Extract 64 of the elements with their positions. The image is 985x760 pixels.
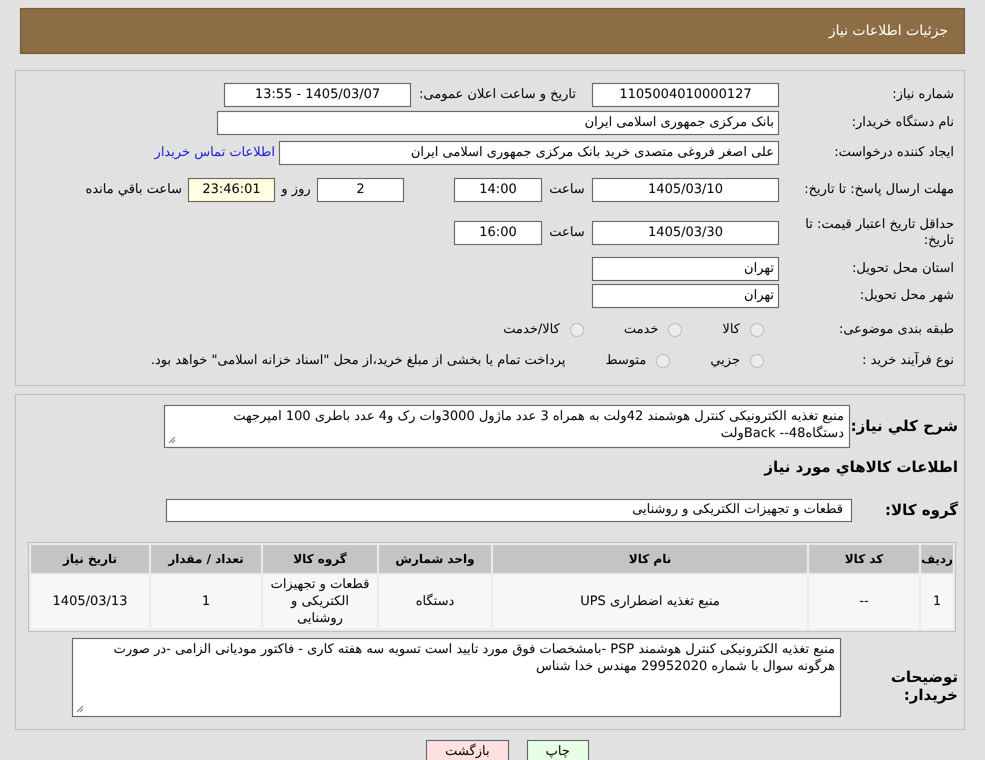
section-label: گروه کالا: [884, 500, 958, 520]
field-label: تاریخ و ساعت اعلان عمومی: [418, 86, 577, 104]
print-button[interactable]: چاپ [526, 740, 589, 760]
radio-label: کالا [722, 321, 740, 340]
field-label: طبقه بندی موضوعی: [838, 322, 954, 338]
section-label: شرح كلي نياز: [850, 416, 958, 436]
back-button[interactable]: بازگشت [426, 740, 509, 760]
column-header: گروه کالا [263, 544, 377, 572]
table-cell: -- [809, 574, 919, 628]
text-field[interactable]: 14:00 [454, 178, 542, 202]
field-label: نام دستگاه خریدار: [850, 114, 954, 132]
page-title: جزئیات اطلاعات نیاز [828, 22, 948, 40]
text-field[interactable]: قطعات و تجهیزات الکتریکی و روشنایی [166, 498, 852, 522]
radio-button[interactable] [750, 354, 764, 368]
column-header: ردیف [921, 544, 953, 572]
table-cell: دستگاه [379, 574, 491, 628]
payment-note: پرداخت تمام یا بخشی از مبلغ خرید،از محل "اسناد خزانه اسلامی" خواهد بود. [150, 352, 566, 370]
section-title: اطلاعات كالاهاي مورد نياز [764, 457, 958, 478]
radio-button[interactable] [656, 354, 670, 368]
field-label: مهلت ارسال پاسخ: تا تاریخ: [803, 182, 954, 198]
section-label: توضیحات خریدار: [890, 666, 958, 705]
text-field[interactable]: تهران [592, 284, 779, 308]
field-label: شهر محل تحویل: [858, 288, 954, 304]
text-field[interactable]: 1405/03/07 - 13:55 [224, 83, 411, 107]
table-cell: منبع تغذیه اضطراری UPS [493, 574, 807, 628]
column-header: نام کالا [493, 544, 807, 572]
resize-grip-icon[interactable] [76, 704, 84, 712]
text-field[interactable]: 1105004010000127 [592, 83, 779, 107]
radio-label: جزيي [710, 352, 740, 370]
radio-label: خدمت [624, 321, 658, 340]
radio-button[interactable] [750, 323, 764, 337]
resize-grip-icon[interactable] [168, 436, 176, 444]
notes-field[interactable]: منبع تغذیه الکترونیکی کنترل هوشمند PSP -بامشخصات فوق مورد تایید است تسویه سه هفته کاری - فاکتور مودیانی الزامی -در صورت هرگونه سوال با شماره 29952020 مهندس خدا شناس [72, 638, 841, 716]
column-header: کد کالا [809, 544, 919, 572]
days-label: روز و [280, 181, 312, 200]
column-header: واحد شمارش [379, 544, 491, 572]
field-label: حداقل تاریخ اعتبار قیمت: تا تاریخ: [804, 216, 954, 250]
buyer-contact-link[interactable]: اطلاعات تماس خریدار [154, 143, 275, 163]
radio-label: متوسط [605, 352, 646, 370]
radio-button[interactable] [668, 323, 682, 337]
remaining-label: ساعت باقي مانده [86, 181, 182, 200]
radio-label: کالا/خدمت [503, 321, 560, 340]
time-label: ساعت [548, 181, 586, 200]
column-header: تعداد / مقدار [151, 544, 261, 572]
table-cell: 1405/03/13 [31, 574, 149, 628]
text-field[interactable]: 16:00 [454, 221, 542, 245]
table-cell: 1 [151, 574, 261, 628]
countdown-field[interactable]: 23:46:01 [188, 178, 275, 202]
text-field[interactable]: 2 [317, 178, 404, 202]
table-cell: قطعات و تجهیزات الکتریکی و روشنایی [263, 574, 377, 628]
field-label: ایجاد کننده درخواست: [833, 144, 954, 162]
text-field[interactable]: 1405/03/30 [592, 221, 779, 245]
text-field[interactable]: بانک مرکزی جمهوری اسلامی ایران [217, 111, 779, 135]
text-field[interactable]: تهران [592, 257, 779, 281]
text-field[interactable]: علی اصغر فروغی متصدی خرید بانک مرکزی جمهوری اسلامی ایران [279, 141, 779, 165]
column-header: تاریخ نیاز [31, 544, 149, 572]
radio-button[interactable] [570, 323, 584, 337]
field-label: نوع فرآیند خرید : [861, 352, 954, 370]
field-label: شماره نیاز: [891, 86, 954, 104]
field-label: استان محل تحویل: [851, 260, 954, 278]
time-label: ساعت [548, 224, 586, 242]
description-field[interactable]: منبع تغذیه الکترونیکی کنترل هوشمند 42ولت به همراه 3 عدد ماژول 3000وات رک و4 عدد باطری 100 امپرجهت دستگاه48-- Backولت [164, 405, 850, 448]
text-field[interactable]: 1405/03/10 [592, 178, 779, 202]
table-cell: 1 [921, 574, 953, 628]
